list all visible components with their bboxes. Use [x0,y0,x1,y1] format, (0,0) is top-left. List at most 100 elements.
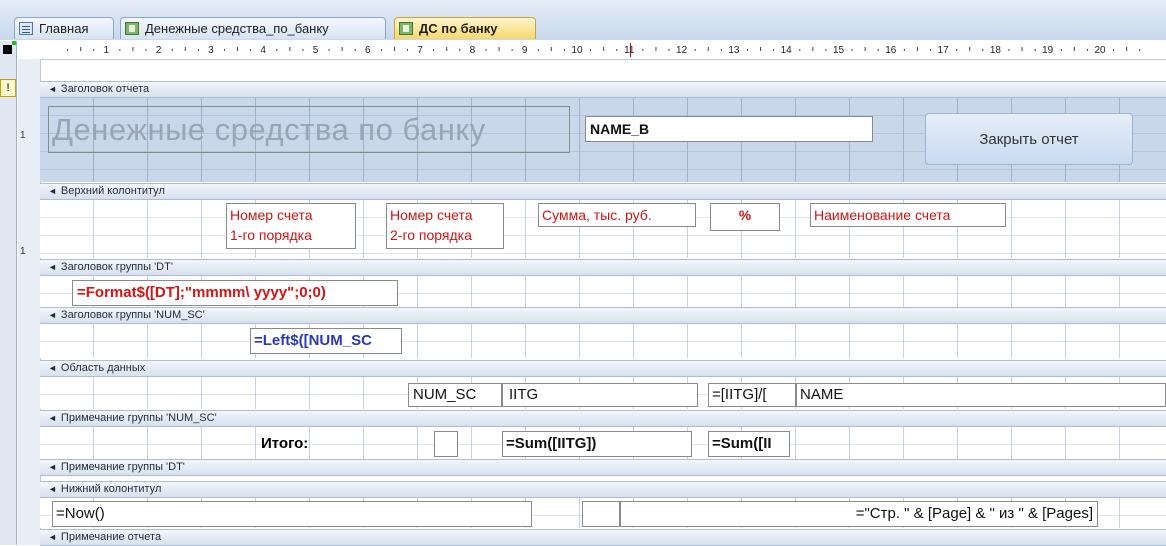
ruler-number: 14 [781,45,793,56]
ruler-number: 8 [470,45,476,56]
ruler-tick [237,47,239,51]
section-group-dt-footer[interactable]: ◄ Примечание группы 'DT' [40,459,1166,476]
ruler-tick [446,47,448,51]
vruler-number: 1 [20,246,26,257]
ruler-tick [485,49,487,51]
ruler-tick [1073,47,1075,51]
ruler-tick [982,49,984,51]
page-number-textbox[interactable]: ="Стр. " & [Page] & " из " & [Pages] [620,501,1098,527]
sum-iitg-textbox[interactable]: =Sum([IITG]) [502,431,692,457]
account-name-header-label[interactable]: Наименование счета [810,203,1006,227]
vertical-ruler[interactable] [0,59,17,545]
ruler-tick [916,47,918,51]
ruler-tick [969,47,971,51]
section-group-num-sc-header[interactable]: ◄ Заголовок группы 'NUM_SC' [40,307,1166,324]
section-page-footer[interactable]: ◄ Нижний колонтитул [40,481,1166,498]
warning-icon[interactable]: ! [0,79,16,97]
ruler-number: 4 [260,45,266,56]
ruler-tick [825,49,827,51]
group-num-sc-header-area[interactable] [40,324,1166,358]
ruler-tick [1126,47,1128,51]
name-textbox[interactable]: NAME [796,383,1166,407]
ruler-tick [80,47,82,51]
ruler-tick [459,49,461,51]
ruler-number: 11 [624,45,635,56]
ruler-tick [694,49,696,51]
ruler-tick [380,49,382,51]
ruler-tick [93,49,95,51]
ruler-tick [511,49,513,51]
tab-label: Денежные средства_по_банку [145,21,329,36]
ruler-number: 12 [676,45,688,56]
ruler-tick [1021,47,1023,51]
ruler-number: 18 [990,45,1002,56]
section-detail[interactable]: ◄ Область данных [40,360,1166,377]
tab-ds-po-banku[interactable]: ДС по банку [394,17,536,39]
section-report-header[interactable]: ◄ Заголовок отчета [40,81,1166,98]
ruler-tick [407,49,409,51]
percent-header-label[interactable]: % [710,203,780,231]
num-sc-textbox[interactable]: NUM_SC [408,383,502,407]
dt-format-textbox[interactable]: =Format$([DT];"mmmm\ yyyy";0;0) [72,280,398,306]
ruler-tick [145,49,147,51]
section-group-dt-header[interactable]: ◄ Заголовок группы 'DT' [40,259,1166,276]
tab-label: Главная [39,21,89,36]
report-selector-icon[interactable] [3,45,12,54]
ruler-tick [197,49,199,51]
ruler-tick [603,47,605,51]
ruler-tick [616,49,618,51]
ruler-tick [537,49,539,51]
ruler-tick [903,49,905,51]
sum-header-label[interactable]: Сумма, тыс. руб. [538,203,696,227]
section-report-footer[interactable]: ◄ Примечание отчета [40,529,1166,546]
ruler-number: 19 [1042,45,1054,56]
section-label: Заголовок группы 'DT' [60,261,173,273]
report-title-label[interactable]: Денежные средства по банку [48,106,570,153]
ruler-tick [341,47,343,51]
ruler-tick [171,49,173,51]
now-textbox[interactable]: =Now() [52,501,532,527]
ruler-tick [1086,49,1088,51]
ruler-tick [1034,49,1036,51]
horizontal-ruler[interactable]: 1 2 3 4 5 6 7 8 9 10 11 12 13 14 15 16 17 18 19 20 [40,41,1166,60]
ruler-tick [773,49,775,51]
empty-textbox[interactable] [434,431,458,457]
tab-label: ДС по банку [419,21,498,36]
sum-ii-textbox[interactable]: =Sum([II [708,431,790,457]
section-page-header[interactable]: ◄ Верхний колонтитул [40,183,1166,200]
ruler-tick [799,49,801,51]
ruler-number: 16 [885,45,897,56]
ruler-tick [289,47,291,51]
ruler-tick [864,47,866,51]
iitg-textbox[interactable]: IITG [502,383,698,407]
ruler-tick [720,49,722,51]
ruler-tick [498,47,500,51]
tab-glavnaya[interactable]: Главная [14,17,114,39]
name-b-textbox[interactable]: NAME_B [585,116,873,142]
section-group-num-sc-footer[interactable]: ◄ Примечание группы 'NUM_SC' [40,410,1166,427]
account2-header-label[interactable]: Номер счета 2-го порядка [386,203,504,249]
section-label: Заголовок группы 'NUM_SC' [60,309,205,321]
ruler-tick [393,47,395,51]
section-label: Примечание группы 'NUM_SC' [60,412,217,424]
section-label: Примечание отчета [60,531,162,543]
report-icon [125,22,139,35]
label-line: Номер счета [390,207,473,223]
ruler-number: 10 [571,45,583,56]
ruler-tick [276,49,278,51]
ruler-number: 13 [728,45,740,56]
total-label[interactable]: Итого: [258,431,326,457]
ruler-tick [132,47,134,51]
tab-denezhnye-sredstva-po-banku[interactable]: Денежные средства_по_банку [120,17,386,39]
ruler-tick [119,49,121,51]
close-report-button[interactable]: Закрыть отчет [925,113,1133,165]
ratio-textbox[interactable]: =[IITG]/[ [708,383,796,407]
account1-header-label[interactable]: Номер счета 1-го порядка [226,203,356,249]
empty-textbox[interactable] [582,501,620,527]
label-line: 2-го порядка [390,227,472,243]
ruler-number: 3 [208,45,214,56]
vruler-number: 1 [20,130,26,141]
label-line: 1-го порядка [230,227,312,243]
ruler-number: 5 [313,45,319,56]
num-sc-left-textbox[interactable]: =Left$([NUM_SC [250,328,402,354]
